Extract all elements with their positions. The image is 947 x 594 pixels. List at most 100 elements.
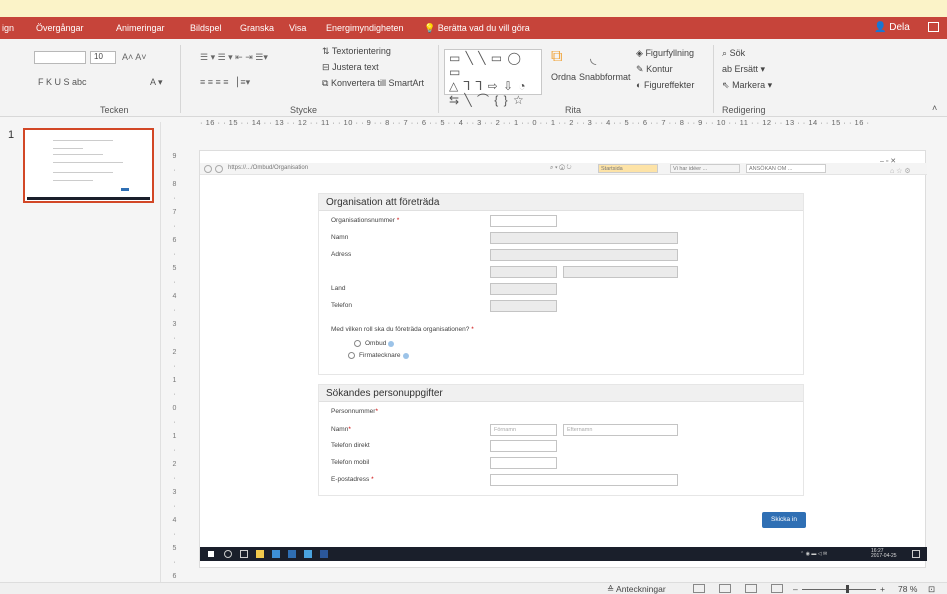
font-color-icon[interactable]: A ▾ [150,77,163,88]
tab-slideshow[interactable]: Bildspel [190,23,222,33]
alignment-icon[interactable]: ≡ ≡ ≡ ≡ ▕ ≡▾ [200,77,250,88]
radio-circle[interactable] [354,340,361,347]
search-icon[interactable]: ⌕ ▾ ⓐ ↻ [550,165,572,172]
find-button[interactable]: ⌕ Sök [722,48,745,59]
reading-view-icon[interactable] [745,584,757,593]
phone-direct-input[interactable] [490,440,557,452]
select-button[interactable]: ⇖ Markera ▾ [722,80,772,91]
country-input[interactable] [490,283,557,295]
fit-slide-icon[interactable]: ⊡ [928,584,935,594]
tray-icons[interactable]: ⌃ ◉ ▬ ◁ ✉ [800,551,860,557]
tab-review[interactable]: Granska [240,23,274,33]
notes-button[interactable]: ≙ Anteckningar [607,584,666,594]
font-name-dropdown[interactable] [34,51,86,64]
zoom-slider-thumb[interactable] [846,585,849,593]
bullets-icon[interactable]: ☰ ▾ ☰ ▾ ⇤ ⇥ ☰▾ [200,52,268,63]
org-name-input[interactable] [490,232,678,244]
shapes-gallery[interactable]: ▭ ╲ ╲ ▭ ◯ ▭ △ ⅂ ⅂ ⇨ ⇩ ◔ ⇆ ╲ ⌒ { } ☆ [444,49,542,107]
quick-styles-icon[interactable]: ◟ [590,48,596,68]
browser-address-bar: https://.../Ombud/Organisation ⌕ ▾ ⓐ ↻ S… [200,163,927,175]
phone-mobile-input[interactable] [490,457,557,469]
tab-transitions[interactable]: Övergångar [36,23,84,33]
forward-icon[interactable] [215,165,223,173]
shape-fill-button[interactable]: ◈ Figurfyllning [636,48,694,59]
required-mark: * [348,426,351,433]
zoom-slider-track[interactable] [802,589,876,590]
city-input[interactable] [563,266,678,278]
file-explorer-icon[interactable] [256,550,264,558]
lightbulb-icon: 💡 [424,23,436,33]
notifications-icon[interactable] [912,550,920,558]
tab-view[interactable]: Visa [289,23,306,33]
replace-button[interactable]: ab Ersätt ▾ [722,64,765,75]
shape-effects-label: Figureffekter [643,80,695,90]
address-input[interactable] [490,249,678,261]
shape-effects-button[interactable]: ◐ Figureffekter [636,80,694,90]
phone-input[interactable] [490,300,557,312]
radio-ombud[interactable]: Ombud [354,340,395,347]
share-button[interactable]: 👤 Dela [874,22,910,33]
word-icon[interactable] [320,550,328,558]
font-size-dropdown[interactable]: 10 [90,51,116,64]
horizontal-ruler: · 16 · · 15 · · 14 · · 13 · · 12 · · 11 … [200,118,870,127]
browser-tab-start[interactable]: Startsida [598,164,658,173]
convert-smartart-label: Konvertera till SmartArt [330,78,424,88]
zoom-out-icon[interactable]: – [793,584,798,594]
collapse-ribbon-icon[interactable]: ˄ [932,103,937,113]
panel-divider [160,122,161,582]
replace-label: Ersätt [734,64,759,74]
browser-url[interactable]: https://.../Ombud/Organisation [228,165,308,171]
comment-icon[interactable] [928,22,939,32]
thumb-button [121,188,129,191]
browser-tab-ideas[interactable]: Vi har idéer ... [670,164,740,173]
slide-sorter-icon[interactable] [719,584,731,593]
postal-code-input[interactable] [490,266,557,278]
text-direction-button[interactable]: ⇅ Textorientering [322,46,391,57]
radio-circle[interactable] [348,352,355,359]
browser-icon[interactable] [304,550,312,558]
normal-view-icon[interactable] [693,584,705,593]
org-number-input[interactable] [490,215,557,227]
info-icon[interactable] [402,352,409,359]
tell-me-box[interactable]: 💡 Berätta vad du vill göra [424,23,530,34]
back-icon[interactable] [204,165,212,173]
edge-icon[interactable] [272,550,280,558]
outlook-icon[interactable] [288,550,296,558]
arrange-icon[interactable]: ⧉ [551,48,562,66]
email-input[interactable] [490,474,678,486]
font-size-value: 10 [94,52,103,61]
notes-icon: ≙ [607,584,615,594]
info-icon[interactable] [388,340,395,347]
pen-icon: ✎ [636,64,644,74]
country-label: Land [331,285,346,292]
tab-energymyndigheten[interactable]: Energimyndigheten [326,23,404,33]
task-view-icon[interactable] [240,550,248,558]
arrange-button[interactable]: Ordna [551,72,576,82]
tab-design[interactable]: ign [2,23,14,33]
browser-star-icons[interactable]: ⌂ ☆ ⚙ [890,167,911,175]
align-text-button[interactable]: ⊟ Justera text [322,62,379,73]
last-name-input[interactable]: Efternamn [563,424,678,436]
slideshow-view-icon[interactable] [771,584,783,593]
cursor-icon: ⇖ [722,80,730,90]
required-mark: * [396,217,400,224]
slide-canvas[interactable]: https://.../Ombud/Organisation ⌕ ▾ ⓐ ↻ S… [199,150,927,568]
font-style-buttons[interactable]: F K U S abc [38,77,87,87]
grow-font-icon[interactable]: A˄ A˅ [122,52,147,62]
search-icon: ⌕ [722,48,728,58]
radio-firmatecknare[interactable]: Firmatecknare [348,352,409,359]
submit-button[interactable]: Skicka in [762,512,806,528]
window-controls[interactable]: – ▫ ✕ [880,157,896,165]
group-label-paragraph: Stycke [290,105,318,115]
zoom-in-icon[interactable]: + [880,584,885,594]
tab-animations[interactable]: Animeringar [116,23,165,33]
browser-tab-application[interactable]: ANSÖKAN OM ... [746,164,826,173]
zoom-level[interactable]: 78 % [898,584,917,594]
windows-start-icon[interactable] [208,551,214,557]
convert-smartart-button[interactable]: ⧉ Konvertera till SmartArt [322,78,424,89]
shape-outline-button[interactable]: ✎ Kontur [636,64,673,75]
first-name-input[interactable]: Förnamn [490,424,557,436]
slide-thumbnail[interactable] [23,128,154,203]
search-icon[interactable] [224,550,232,558]
quick-styles-button[interactable]: Snabbformat [579,72,631,82]
